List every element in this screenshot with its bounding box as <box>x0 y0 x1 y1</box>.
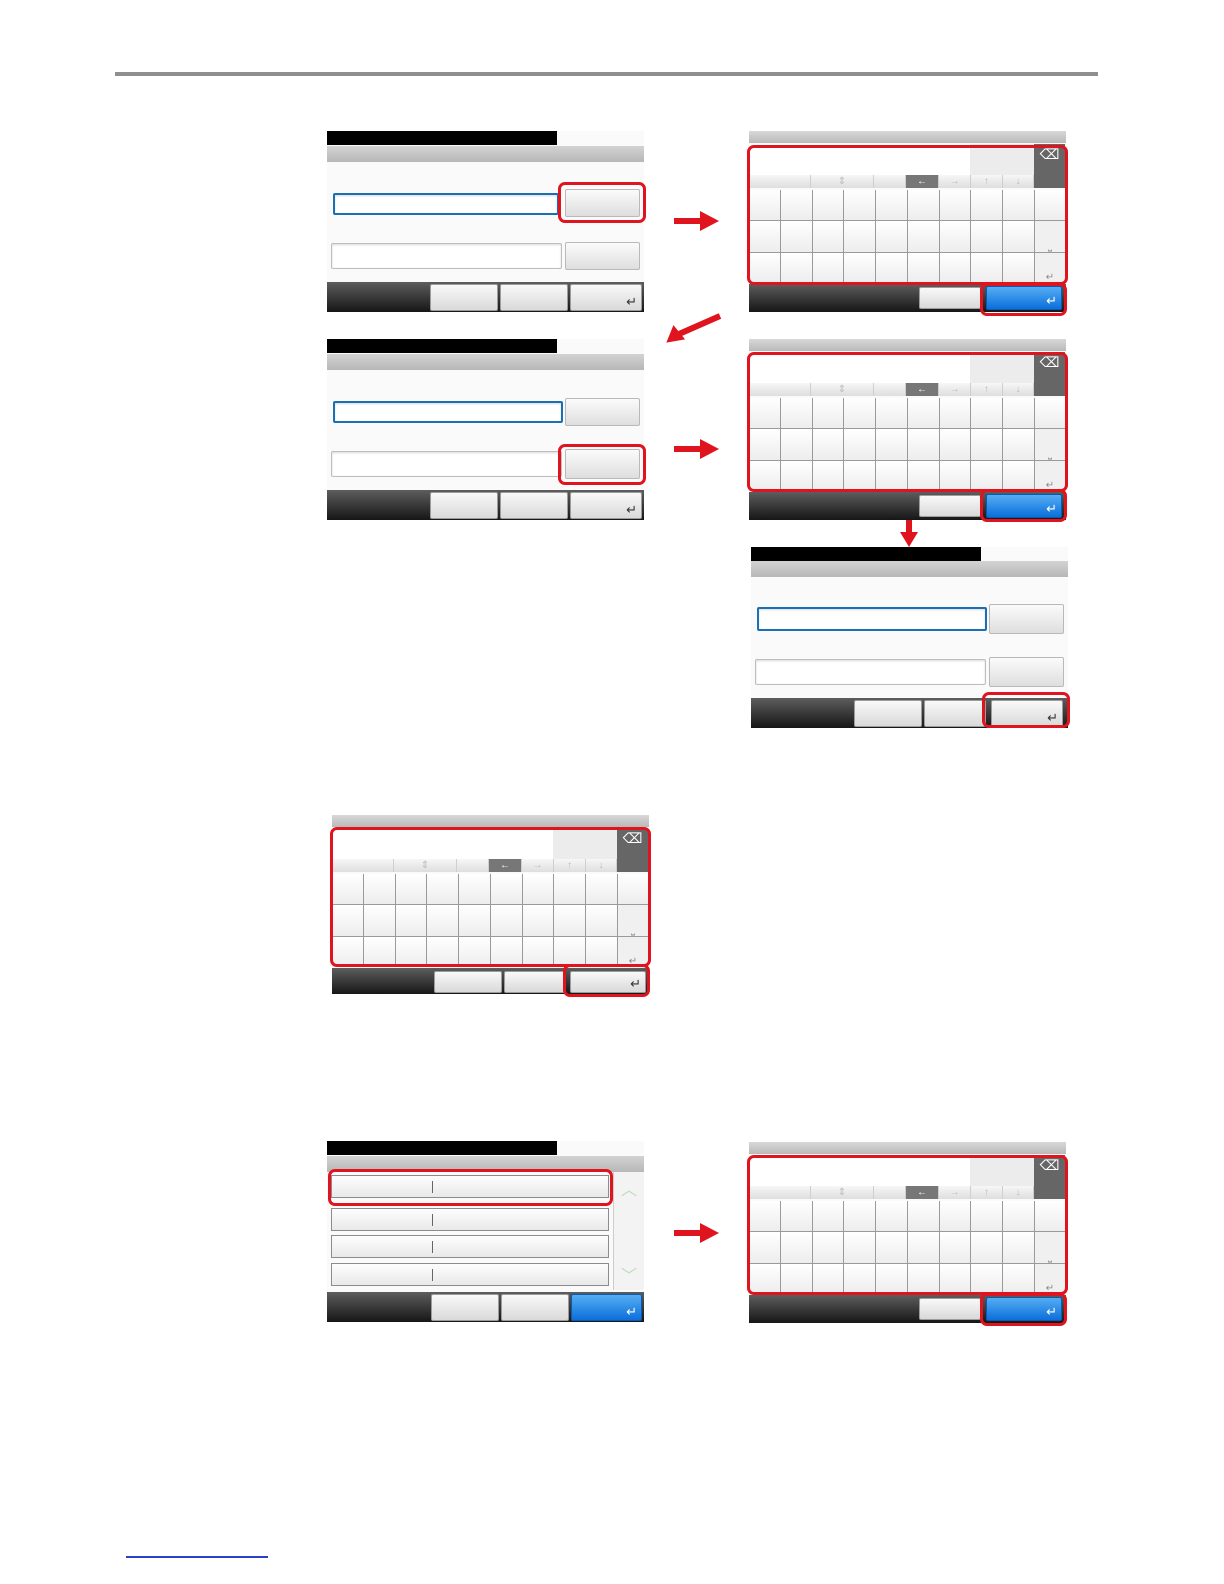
bottom-button[interactable] <box>919 495 981 517</box>
screen-sub-bar <box>327 146 644 162</box>
screen-title-bar <box>327 131 557 145</box>
highlight-keyboard <box>330 827 651 967</box>
enter-icon: ↵ <box>626 1304 637 1319</box>
bottom-button-2[interactable] <box>924 700 986 727</box>
red-arrow-icon <box>900 520 918 547</box>
highlight-first-row <box>328 1169 613 1206</box>
bottom-button[interactable] <box>919 287 981 309</box>
highlight-ok-button <box>563 964 650 997</box>
red-arrow-icon <box>666 313 722 343</box>
bottom-button-ok[interactable]: ↵ <box>570 284 642 311</box>
keyboard-header <box>332 815 649 827</box>
step2-form-screen: ↵ <box>327 339 644 520</box>
input-field-1[interactable] <box>333 193 559 215</box>
highlight-keyboard <box>747 1155 1068 1295</box>
scroll-down-icon[interactable]: ﹀ <box>614 1262 644 1286</box>
list-item[interactable] <box>331 1263 609 1286</box>
enter-icon: ↵ <box>626 502 637 517</box>
highlight-keyboard <box>747 145 1068 285</box>
field-1-button[interactable] <box>565 398 640 426</box>
bottom-button-2[interactable] <box>504 971 566 993</box>
column-separator <box>432 1214 433 1226</box>
footer-link-underline[interactable] <box>126 1556 268 1558</box>
bottom-bar: ↵ <box>327 490 644 520</box>
screen-title-bar <box>327 339 557 353</box>
input-field-1[interactable] <box>333 401 563 423</box>
keyboard-header <box>749 131 1066 143</box>
scroll-up-icon[interactable]: ︿ <box>614 1176 644 1200</box>
field-1-button[interactable] <box>989 604 1064 634</box>
screen-title-bar <box>751 547 981 561</box>
list-item[interactable] <box>331 1235 609 1258</box>
screen-title-bar <box>327 1141 557 1155</box>
highlight-ok-button <box>980 283 1067 316</box>
bottom-button-ok[interactable]: ↵ <box>570 492 642 519</box>
input-field-2[interactable] <box>331 451 562 477</box>
keyboard-header <box>749 1142 1066 1154</box>
bottom-bar: ↵ <box>327 282 644 312</box>
input-field-2[interactable] <box>331 243 562 269</box>
bottom-button-2[interactable] <box>501 1294 569 1321</box>
header-rule <box>115 72 1098 76</box>
screen-sub-bar <box>327 354 644 370</box>
input-field-1[interactable] <box>757 607 987 631</box>
field-2-button[interactable] <box>989 657 1064 687</box>
bottom-bar: ↵ <box>327 1292 644 1322</box>
highlight-field-2-button <box>558 444 646 485</box>
list-item[interactable] <box>331 1208 609 1231</box>
bottom-button-1[interactable] <box>434 971 502 993</box>
red-arrow-icon <box>674 1223 719 1243</box>
bottom-button[interactable] <box>919 1298 981 1320</box>
keyboard-header <box>749 339 1066 351</box>
bottom-button-1[interactable] <box>431 1294 499 1321</box>
bottom-button-2[interactable] <box>500 492 568 519</box>
input-field-2[interactable] <box>755 659 986 685</box>
highlight-confirm-button <box>982 692 1070 728</box>
bottom-button-1[interactable] <box>430 284 498 311</box>
highlight-ok-button <box>980 1293 1067 1326</box>
red-arrow-icon <box>674 211 719 231</box>
screen-sub-bar <box>751 561 1068 577</box>
red-arrow-icon <box>674 439 719 459</box>
highlight-ok-button <box>980 489 1067 522</box>
highlight-keyboard <box>747 352 1068 492</box>
ok-button[interactable]: ↵ <box>571 1294 642 1321</box>
bottom-button-2[interactable] <box>500 284 568 311</box>
highlight-field-1-button <box>558 182 646 223</box>
column-separator <box>432 1269 433 1281</box>
list-scrollbar[interactable]: ︿ ﹀ <box>613 1172 644 1290</box>
column-separator <box>432 1241 433 1253</box>
enter-icon: ↵ <box>626 294 637 309</box>
field-2-button[interactable] <box>565 242 640 270</box>
bottom-button-1[interactable] <box>854 700 922 727</box>
bottom-button-1[interactable] <box>430 492 498 519</box>
